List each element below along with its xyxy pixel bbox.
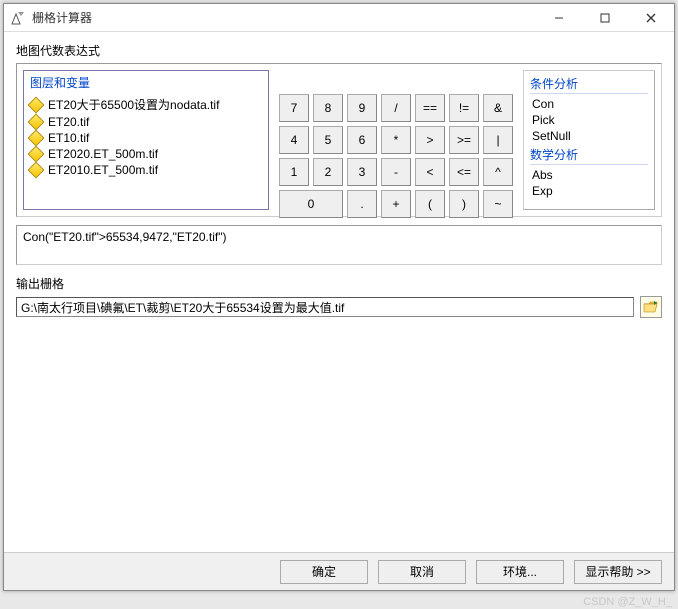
button-bar: 确定 取消 环境... 显示帮助 >>: [4, 552, 674, 590]
window: 栅格计算器 地图代数表达式 图层和变量 ET20大于65500设置为nodata…: [3, 3, 675, 591]
keypad: 7 8 9 / == != & 4 5 6 * > >= | 1 2 3 - <…: [277, 92, 515, 210]
layer-label: ET20.tif: [48, 115, 89, 129]
layer-item[interactable]: ET2020.ET_500m.tif: [24, 146, 268, 162]
tool-abs[interactable]: Abs: [530, 167, 648, 183]
key-5[interactable]: 5: [313, 126, 343, 154]
key-6[interactable]: 6: [347, 126, 377, 154]
tool-group-conditional: 条件分析: [530, 75, 648, 94]
layers-list[interactable]: ET20大于65500设置为nodata.tif ET20.tif ET10.t…: [24, 95, 268, 209]
layer-item[interactable]: ET10.tif: [24, 130, 268, 146]
key-xor[interactable]: ^: [483, 158, 513, 186]
tool-group-math: 数学分析: [530, 146, 648, 165]
raster-icon: [28, 114, 45, 131]
close-button[interactable]: [628, 4, 674, 32]
layer-item[interactable]: ET20.tif: [24, 114, 268, 130]
key-plus[interactable]: +: [381, 190, 411, 218]
key-8[interactable]: 8: [313, 94, 343, 122]
cancel-button[interactable]: 取消: [378, 560, 466, 584]
key-minus[interactable]: -: [381, 158, 411, 186]
layer-label: ET2010.ET_500m.tif: [48, 163, 158, 177]
key-gt[interactable]: >: [415, 126, 445, 154]
titlebar: 栅格计算器: [4, 4, 674, 32]
key-lparen[interactable]: (: [415, 190, 445, 218]
key-not[interactable]: ~: [483, 190, 513, 218]
key-3[interactable]: 3: [347, 158, 377, 186]
expression-input[interactable]: Con("ET20.tif">65534,9472,"ET20.tif"): [16, 225, 662, 265]
layer-label: ET2020.ET_500m.tif: [48, 147, 158, 161]
key-9[interactable]: 9: [347, 94, 377, 122]
ok-button[interactable]: 确定: [280, 560, 368, 584]
app-icon: [10, 10, 26, 26]
spacer: [16, 322, 662, 552]
layer-label: ET10.tif: [48, 131, 89, 145]
key-4[interactable]: 4: [279, 126, 309, 154]
show-help-button[interactable]: 显示帮助 >>: [574, 560, 662, 584]
key-lt[interactable]: <: [415, 158, 445, 186]
output-label: 输出栅格: [16, 275, 662, 292]
key-7[interactable]: 7: [279, 94, 309, 122]
raster-icon: [28, 146, 45, 163]
tools-panel[interactable]: 条件分析 Con Pick SetNull 数学分析 Abs Exp: [523, 70, 655, 210]
environments-button[interactable]: 环境...: [476, 560, 564, 584]
maximize-button[interactable]: [582, 4, 628, 32]
key-le[interactable]: <=: [449, 158, 479, 186]
tool-con[interactable]: Con: [530, 96, 648, 112]
tool-setnull[interactable]: SetNull: [530, 128, 648, 144]
minimize-button[interactable]: [536, 4, 582, 32]
expression-panel: 图层和变量 ET20大于65500设置为nodata.tif ET20.tif …: [16, 63, 662, 217]
layer-label: ET20大于65500设置为nodata.tif: [48, 96, 219, 113]
key-divide[interactable]: /: [381, 94, 411, 122]
key-eq[interactable]: ==: [415, 94, 445, 122]
key-1[interactable]: 1: [279, 158, 309, 186]
key-2[interactable]: 2: [313, 158, 343, 186]
output-path-input[interactable]: [16, 297, 634, 317]
key-0[interactable]: 0: [279, 190, 343, 218]
raster-icon: [28, 96, 45, 113]
key-neq[interactable]: !=: [449, 94, 479, 122]
folder-open-icon: [643, 300, 659, 314]
browse-button[interactable]: [640, 296, 662, 318]
layers-panel: 图层和变量 ET20大于65500设置为nodata.tif ET20.tif …: [23, 70, 269, 210]
layers-title: 图层和变量: [24, 71, 268, 95]
window-title: 栅格计算器: [32, 9, 536, 26]
key-or[interactable]: |: [483, 126, 513, 154]
tool-pick[interactable]: Pick: [530, 112, 648, 128]
tool-exp[interactable]: Exp: [530, 183, 648, 199]
layer-item[interactable]: ET2010.ET_500m.tif: [24, 162, 268, 178]
key-and[interactable]: &: [483, 94, 513, 122]
key-dot[interactable]: .: [347, 190, 377, 218]
key-mul[interactable]: *: [381, 126, 411, 154]
key-ge[interactable]: >=: [449, 126, 479, 154]
raster-icon: [28, 130, 45, 147]
output-row: [16, 296, 662, 318]
expression-section-label: 地图代数表达式: [16, 42, 662, 59]
key-rparen[interactable]: ): [449, 190, 479, 218]
watermark: CSDN @Z_W_H_: [583, 596, 672, 608]
layer-item[interactable]: ET20大于65500设置为nodata.tif: [24, 95, 268, 114]
client-area: 地图代数表达式 图层和变量 ET20大于65500设置为nodata.tif E…: [4, 32, 674, 552]
raster-icon: [28, 162, 45, 179]
